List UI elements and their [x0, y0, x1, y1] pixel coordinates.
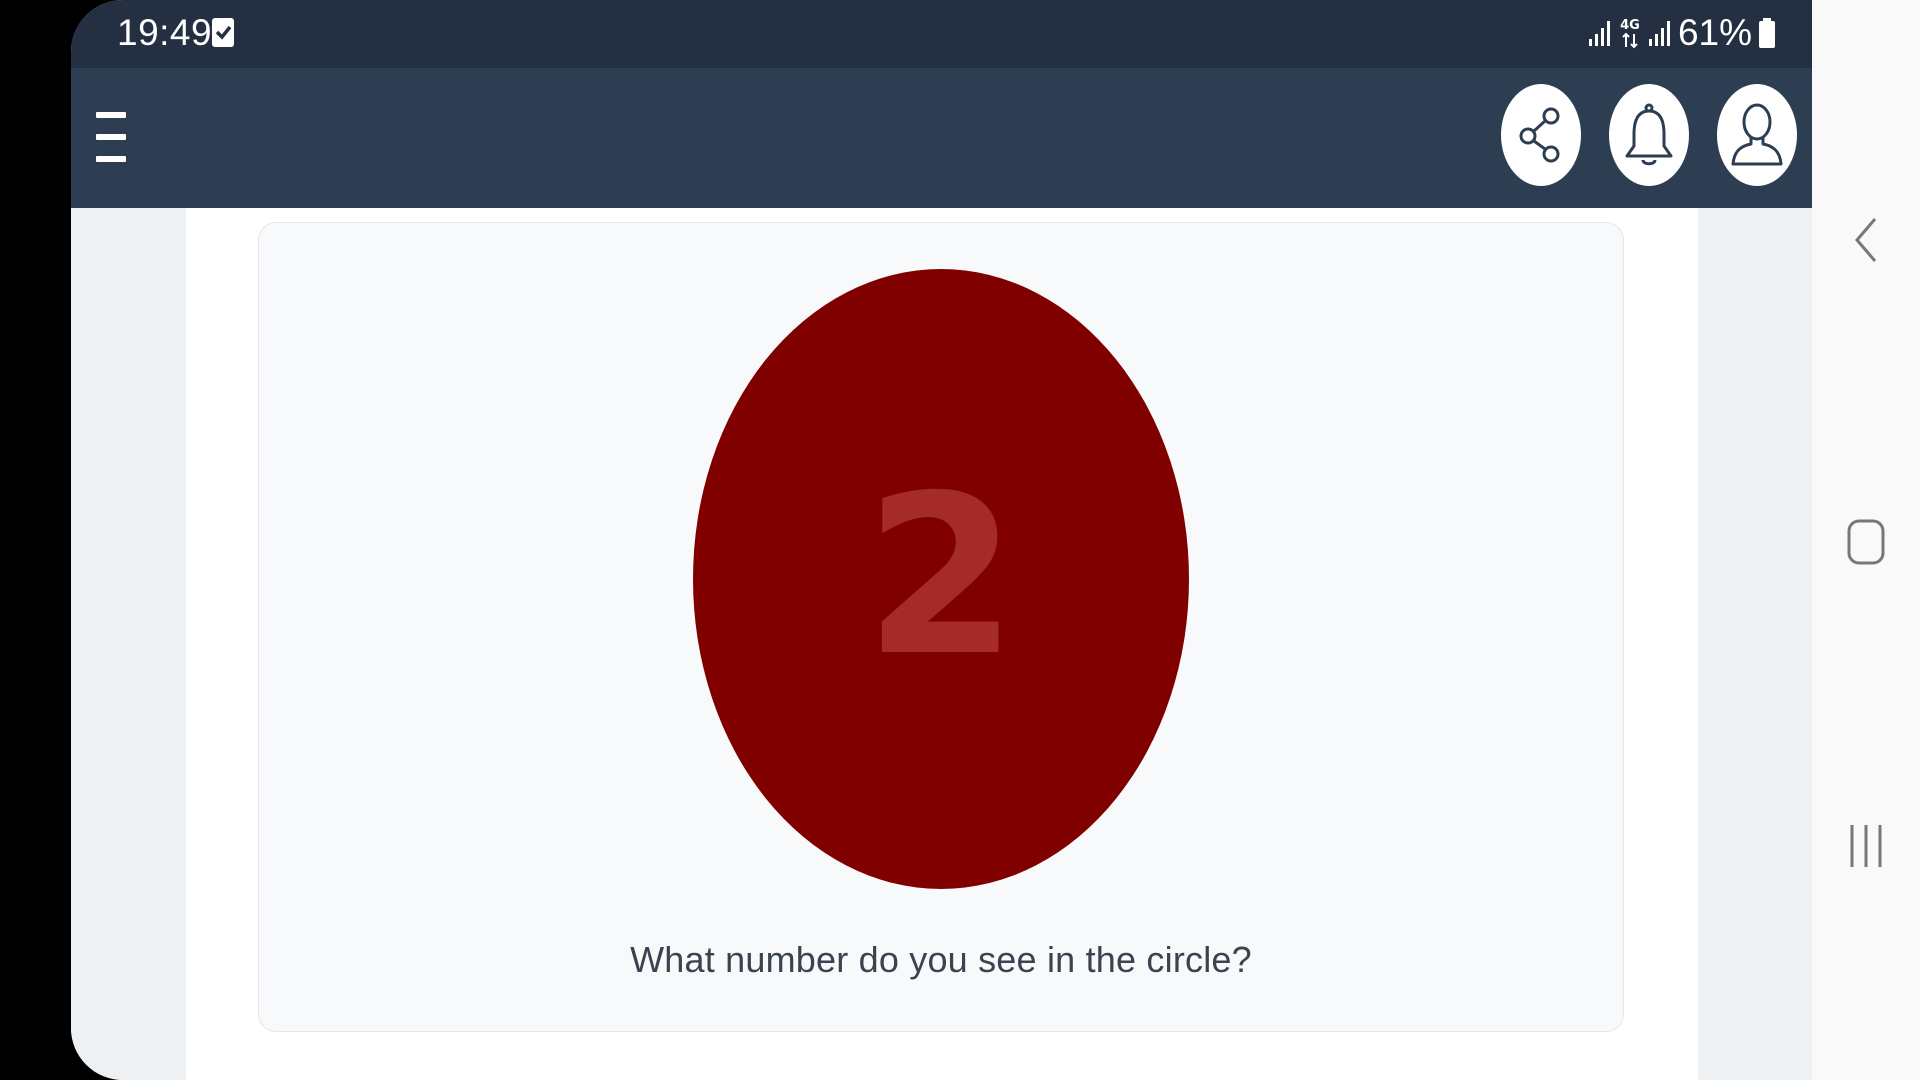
recents-button[interactable] — [1812, 806, 1920, 886]
status-time: 19:49 — [117, 12, 213, 53]
signal-icon — [1648, 21, 1670, 46]
color-test-plate: 2 — [693, 269, 1189, 889]
recents-icon — [1850, 825, 1882, 867]
hamburger-menu-icon — [96, 134, 126, 140]
bell-icon — [1625, 103, 1673, 166]
content-area: 2 What number do you see in the circle? — [71, 208, 1812, 1080]
share-button[interactable] — [1501, 84, 1581, 186]
system-nav-bar — [1812, 0, 1920, 1080]
phone-screen: 19:49 4G 61% 2 What number do you see in… — [71, 0, 1812, 1080]
status-bar: 19:49 4G 61% — [71, 0, 1812, 68]
user-icon — [1731, 103, 1783, 166]
svg-text:4G: 4G — [1620, 18, 1640, 33]
battery-icon — [1759, 18, 1775, 48]
home-square-icon — [1847, 519, 1885, 565]
notifications-button[interactable] — [1609, 84, 1689, 186]
4g-icon: 4G — [1620, 18, 1640, 49]
hamburger-menu-icon — [96, 112, 126, 118]
check-notification-icon — [212, 18, 234, 47]
back-button[interactable] — [1812, 200, 1920, 280]
menu-button[interactable] — [83, 106, 139, 168]
test-card: 2 What number do you see in the circle? — [258, 222, 1624, 1032]
home-button[interactable] — [1812, 502, 1920, 582]
battery-percent: 61% — [1677, 12, 1752, 53]
plate-number: 2 — [864, 448, 1018, 704]
app-bar — [71, 68, 1812, 208]
share-icon — [1519, 107, 1560, 163]
question-text: What number do you see in the circle? — [630, 939, 1252, 980]
profile-button[interactable] — [1717, 84, 1797, 186]
main-panel: 2 What number do you see in the circle? — [186, 208, 1698, 1080]
hamburger-menu-icon — [96, 156, 126, 162]
signal-icon — [1588, 21, 1610, 46]
chevron-left-icon — [1855, 218, 1877, 262]
status-icons: 4G 61% — [1588, 12, 1776, 54]
